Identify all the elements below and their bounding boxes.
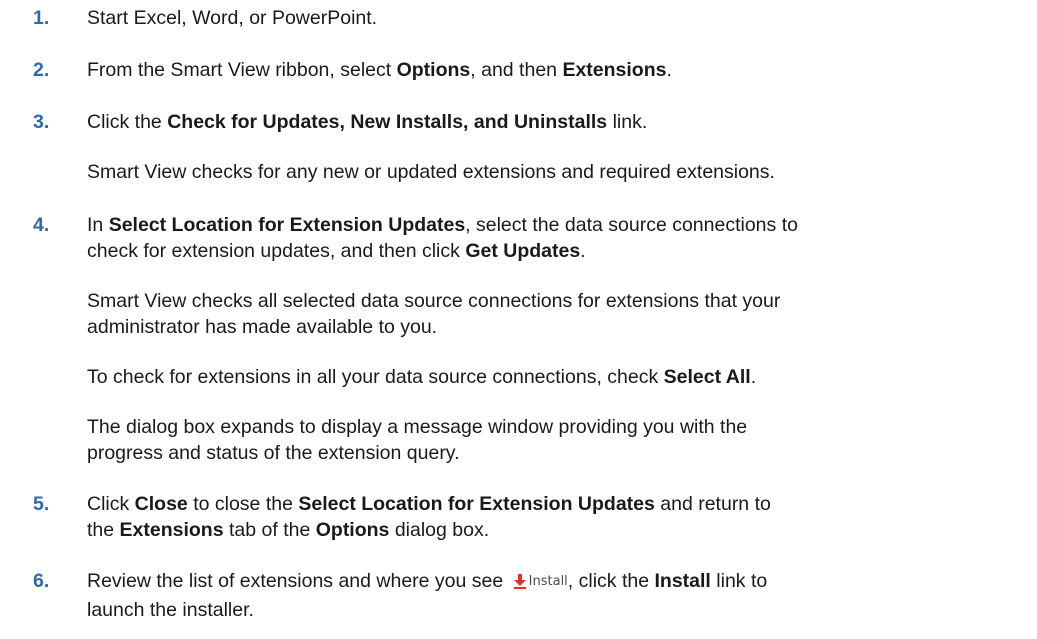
ui-term-select-location: Select Location for Extension Updates	[108, 214, 466, 236]
ui-term-select-all: Select All	[663, 366, 751, 388]
step-text: Click the Check for Updates, New Install…	[87, 111, 648, 133]
ui-term-close: Close	[134, 493, 188, 515]
step-text: Click Close to close the Select Location…	[87, 493, 771, 541]
ui-term-get-updates: Get Updates	[465, 240, 581, 262]
ui-term-check-updates-link: Check for Updates, New Installs, and Uni…	[167, 111, 608, 133]
ui-term-install-link: Install	[654, 570, 711, 592]
ui-term-select-location: Select Location for Extension Updates	[298, 493, 655, 515]
ui-term-options: Options	[396, 59, 471, 81]
step-3-note: Smart View checks for any new or updated…	[87, 161, 775, 183]
step-4-note-1: Smart View checks all selected data sour…	[87, 290, 781, 338]
install-icon	[513, 571, 527, 597]
step-number: 6.	[33, 570, 50, 592]
ui-term-extensions: Extensions	[562, 59, 667, 81]
step-number: 4.	[33, 214, 50, 236]
step-number: 2.	[33, 59, 50, 81]
step-number: 5.	[33, 493, 50, 515]
step-4-note-2: To check for extensions in all your data…	[87, 366, 757, 388]
step-4-note-3: The dialog box expands to display a mess…	[87, 416, 748, 464]
step-text: Review the list of extensions and where …	[87, 570, 768, 621]
step-number: 1.	[33, 7, 50, 29]
step-text: Start Excel, Word, or PowerPoint.	[87, 7, 378, 29]
step-number: 3.	[33, 111, 50, 133]
ui-term-options: Options	[315, 519, 390, 541]
install-icon-label: Install	[528, 574, 568, 589]
step-text: In Select Location for Extension Updates…	[87, 214, 798, 262]
ui-term-extensions: Extensions	[119, 519, 224, 541]
step-text: From the Smart View ribbon, select Optio…	[87, 59, 672, 81]
